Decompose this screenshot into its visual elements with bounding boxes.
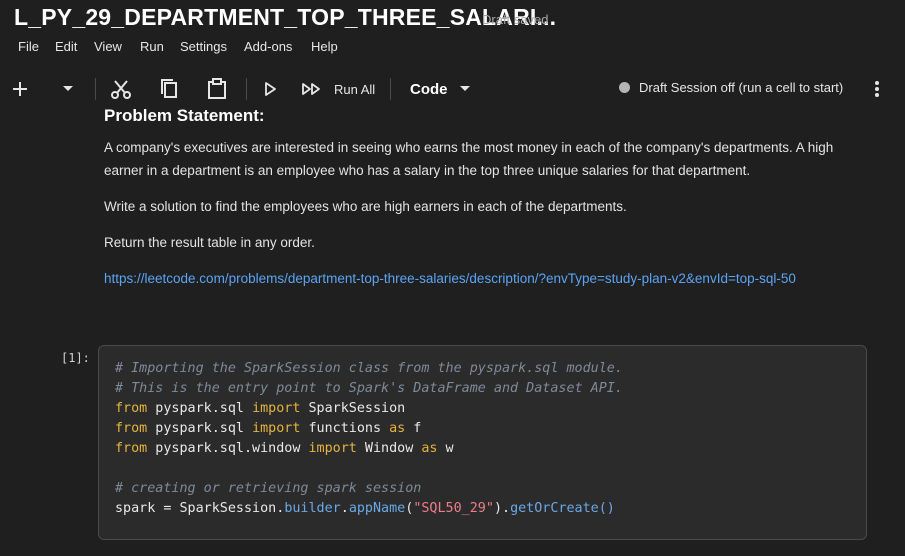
copy-button[interactable] — [157, 76, 181, 102]
add-icon — [13, 82, 27, 96]
add-cell-button[interactable] — [8, 77, 32, 101]
more-options-button[interactable] — [866, 77, 888, 101]
code-line: from pyspark.sql.window import Window as… — [115, 441, 454, 456]
chevron-down-icon — [459, 86, 470, 91]
notebook-title[interactable]: L_PY_29_DEPARTMENT_TOP_THREE_SALARI... — [14, 4, 556, 31]
notebook-content[interactable]: Problem Statement: A company's executive… — [0, 106, 905, 556]
solution-instruction: Write a solution to find the employees w… — [104, 199, 627, 214]
paste-icon — [208, 78, 226, 99]
toolbar-divider — [95, 78, 96, 100]
menu-edit[interactable]: Edit — [55, 39, 77, 54]
cell-type-select[interactable]: Code — [410, 77, 472, 101]
title-bar: L_PY_29_DEPARTMENT_TOP_THREE_SALARI... D… — [0, 0, 905, 36]
copy-icon — [161, 79, 177, 98]
code-line: # Importing the SparkSession class from … — [115, 361, 623, 376]
more-vert-icon — [875, 81, 879, 97]
menu-help[interactable]: Help — [311, 39, 338, 54]
cell-execution-count: [1]: — [61, 351, 90, 365]
cut-button[interactable] — [108, 76, 134, 102]
problem-statement-heading: Problem Statement: — [104, 106, 265, 125]
code-line: spark = SparkSession.builder.appName("SQ… — [115, 501, 615, 516]
problem-description: A company's executives are interested in… — [104, 140, 834, 178]
menu-add-ons[interactable]: Add-ons — [244, 39, 292, 54]
result-order-note: Return the result table in any order. — [104, 235, 315, 250]
code-line: # creating or retrieving spark session — [115, 481, 422, 496]
menu-file[interactable]: File — [18, 39, 39, 54]
session-status[interactable]: Draft Session off (run a cell to start) — [619, 80, 843, 95]
code-line: from pyspark.sql import functions as f — [115, 421, 422, 436]
save-status: Draft saved — [482, 12, 549, 27]
run-cell-button[interactable] — [260, 78, 280, 100]
code-line: from pyspark.sql import SparkSession — [115, 401, 406, 416]
run-all-label: Run All — [334, 81, 376, 97]
cell-type-label: Code — [410, 80, 448, 98]
session-status-label: Draft Session off (run a cell to start) — [639, 80, 844, 95]
toolbar-divider — [246, 78, 247, 100]
cut-icon — [111, 80, 131, 99]
code-editor[interactable]: # Importing the SparkSession class from … — [115, 359, 623, 519]
code-line: # This is the entry point to Spark's Dat… — [115, 381, 623, 396]
menu-view[interactable]: View — [94, 39, 122, 54]
add-cell-dropdown[interactable] — [58, 80, 78, 98]
run-all-icon — [302, 83, 320, 95]
chevron-down-icon — [63, 86, 73, 91]
menu-settings[interactable]: Settings — [180, 39, 227, 54]
paste-button[interactable] — [205, 76, 229, 102]
toolbar-divider — [390, 78, 391, 100]
leetcode-link[interactable]: https://leetcode.com/problems/department… — [104, 271, 796, 286]
session-status-dot — [619, 82, 630, 93]
leetcode-link-container: https://leetcode.com/problems/department… — [104, 267, 894, 290]
menu-bar: File Edit View Run Settings Add-ons Help — [0, 36, 905, 58]
run-icon — [265, 82, 276, 96]
run-all-button[interactable]: Run All — [300, 78, 384, 100]
menu-run[interactable]: Run — [140, 39, 164, 54]
code-cell[interactable]: # Importing the SparkSession class from … — [98, 345, 867, 540]
